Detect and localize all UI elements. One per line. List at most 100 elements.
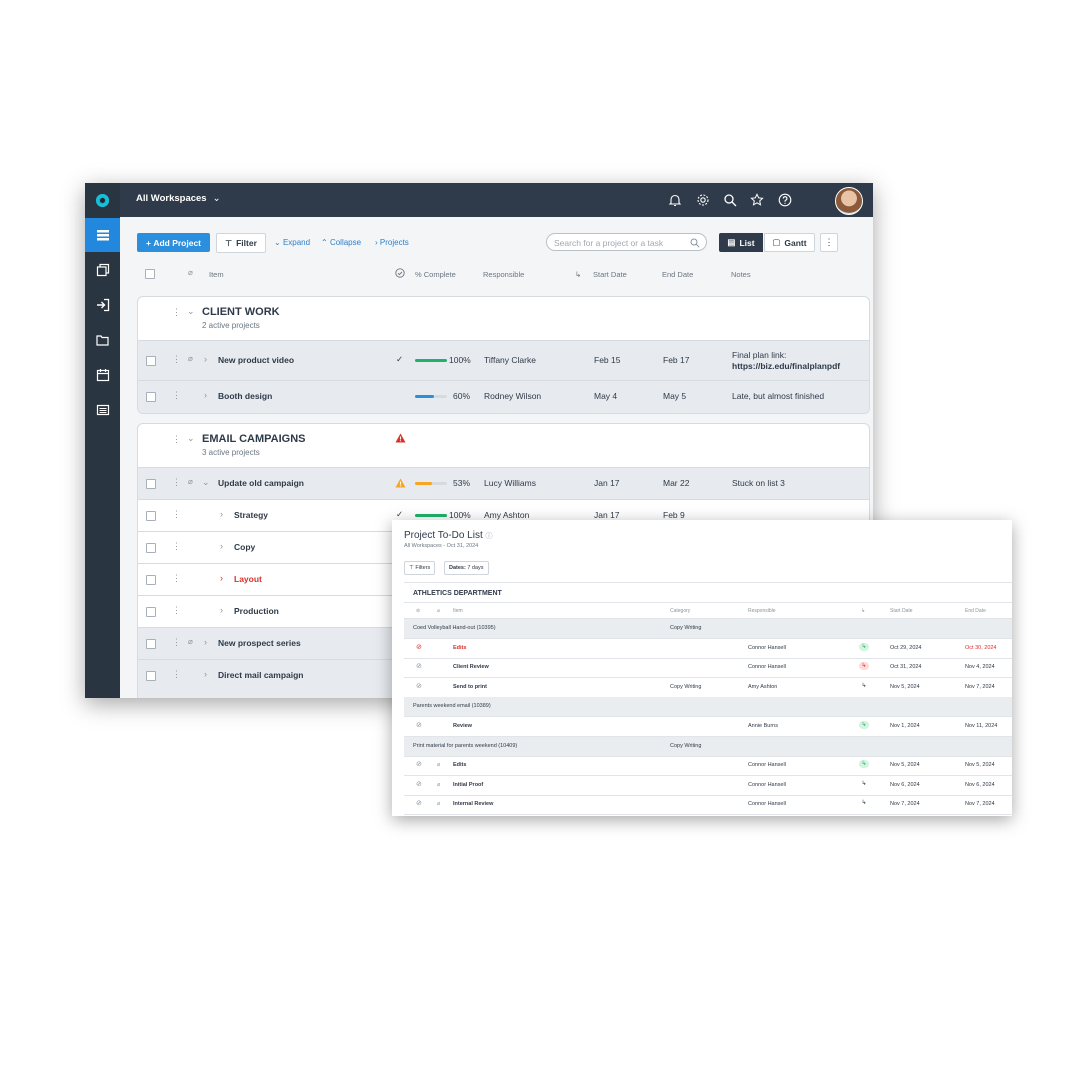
chevron-right-icon[interactable]: › bbox=[220, 541, 223, 551]
chevron-down-icon[interactable]: ⌄ bbox=[202, 477, 210, 488]
chevron-right-icon[interactable]: › bbox=[204, 354, 207, 364]
task-name[interactable]: Review bbox=[453, 723, 472, 729]
add-project-button[interactable]: + Add Project bbox=[137, 233, 210, 252]
dependency-icon[interactable]: ↳ bbox=[859, 721, 869, 729]
row-checkbox[interactable] bbox=[146, 479, 156, 489]
todo-group-row[interactable]: Parents weekend email (10389) bbox=[404, 697, 1012, 718]
more-options-icon[interactable]: ⋮ bbox=[820, 233, 838, 252]
status-circle-icon[interactable]: ⊘ bbox=[416, 682, 422, 690]
item-name[interactable]: Production bbox=[234, 606, 279, 616]
task-name[interactable]: Send to print bbox=[453, 684, 487, 690]
chevron-right-icon[interactable]: › bbox=[220, 509, 223, 519]
sidebar-sign-in-icon[interactable] bbox=[85, 288, 120, 322]
app-logo[interactable] bbox=[85, 183, 120, 217]
dates-button[interactable]: Dates: 7 days bbox=[444, 561, 489, 575]
kebab-icon[interactable]: ⋮ bbox=[172, 541, 181, 552]
bell-icon[interactable] bbox=[668, 193, 682, 207]
project-name[interactable]: Coed Volleyball Hand-out (10395) bbox=[413, 625, 496, 631]
collapse-link[interactable]: ⌃ Collapse bbox=[321, 238, 361, 247]
attachment-icon[interactable]: ⌀ bbox=[437, 762, 440, 768]
search-input[interactable]: Search for a project or a task bbox=[546, 233, 707, 251]
item-name[interactable]: New product video bbox=[218, 355, 294, 365]
row-checkbox[interactable] bbox=[146, 575, 156, 585]
select-all-checkbox[interactable] bbox=[145, 269, 155, 279]
todo-task-row[interactable]: ⊘ ⌀ Initial Proof Connor Hansell ↳ Nov 6, 202… bbox=[404, 776, 1012, 796]
item-name[interactable]: Booth design bbox=[218, 391, 272, 401]
todo-group-row[interactable]: Print material for parents weekend (1040… bbox=[404, 736, 1012, 757]
status-circle-icon[interactable]: ⊘ bbox=[416, 643, 422, 651]
todo-group-row[interactable]: Coed Volleyball Hand-out (10395) Copy Wri… bbox=[404, 619, 1012, 639]
item-name[interactable]: Direct mail campaign bbox=[218, 670, 304, 680]
sidebar-reports-icon[interactable] bbox=[85, 393, 120, 427]
item-name[interactable]: New prospect series bbox=[218, 638, 301, 648]
kebab-icon[interactable]: ⋮ bbox=[172, 509, 181, 520]
project-name[interactable]: Print material for parents weekend (1040… bbox=[413, 743, 517, 749]
chevron-right-icon[interactable]: › bbox=[220, 573, 223, 583]
filter-button[interactable]: ⊤ Filter bbox=[216, 233, 266, 253]
todo-task-row[interactable]: ⊘ Client Review Connor Hansell ↳ Oct 31, 202… bbox=[404, 658, 1012, 679]
status-circle-icon[interactable]: ⊘ bbox=[416, 662, 422, 670]
table-row[interactable]: ⋮ ⌀ › New product video ✓ 100% Tiffany C… bbox=[138, 340, 869, 381]
status-circle-icon[interactable]: ⊘ bbox=[416, 780, 422, 788]
star-icon[interactable] bbox=[750, 193, 764, 207]
item-name[interactable]: Strategy bbox=[234, 510, 268, 520]
status-circle-icon[interactable]: ⊘ bbox=[416, 721, 422, 729]
attachment-icon[interactable]: ⌀ bbox=[188, 637, 193, 646]
dependency-icon[interactable]: ↳ bbox=[859, 642, 869, 651]
avatar[interactable] bbox=[835, 187, 863, 215]
item-name[interactable]: Copy bbox=[234, 542, 255, 552]
chevron-right-icon[interactable]: › bbox=[220, 605, 223, 615]
attachment-icon[interactable]: ⌀ bbox=[188, 477, 193, 486]
status-circle-icon[interactable]: ⊘ bbox=[416, 760, 422, 768]
dependency-icon[interactable]: ↳ bbox=[859, 780, 869, 788]
workspace-selector[interactable]: All Workspaces ⌄ bbox=[136, 193, 221, 204]
row-checkbox[interactable] bbox=[146, 607, 156, 617]
search-icon[interactable] bbox=[723, 193, 737, 207]
sidebar-calendar-icon[interactable] bbox=[85, 358, 120, 392]
attachment-icon[interactable]: ⌀ bbox=[437, 801, 440, 807]
attachment-icon[interactable]: ⌀ bbox=[188, 354, 193, 363]
todo-task-row[interactable]: ⊘ ⌀ Internal Review Connor Hansell ↳ Nov 7, 2… bbox=[404, 795, 1012, 816]
kebab-icon[interactable]: ⋮ bbox=[172, 477, 181, 488]
projects-link[interactable]: › Projects bbox=[375, 238, 409, 247]
task-name[interactable]: Edits bbox=[453, 762, 466, 768]
chevron-right-icon[interactable]: › bbox=[204, 637, 207, 647]
filters-button[interactable]: ⊤ Filters bbox=[404, 561, 436, 575]
status-circle-icon[interactable]: ⊘ bbox=[416, 799, 422, 807]
dependency-icon[interactable]: ↳ bbox=[859, 799, 869, 807]
attachment-icon[interactable]: ⌀ bbox=[437, 782, 440, 788]
chevron-down-icon[interactable]: ⌄ bbox=[187, 433, 195, 444]
sidebar-copy-icon[interactable] bbox=[85, 253, 120, 287]
dependency-icon[interactable]: ↳ bbox=[859, 682, 869, 690]
kebab-icon[interactable]: ⋮ bbox=[172, 637, 181, 648]
chevron-right-icon[interactable]: › bbox=[204, 669, 207, 679]
item-name[interactable]: Update old campaign bbox=[218, 478, 304, 488]
chevron-right-icon[interactable]: › bbox=[204, 390, 207, 400]
task-name[interactable]: Edits bbox=[453, 645, 466, 651]
task-name[interactable]: Initial Proof bbox=[453, 782, 483, 788]
kebab-icon[interactable]: ⋮ bbox=[172, 605, 181, 616]
row-checkbox[interactable] bbox=[146, 392, 156, 402]
todo-task-row[interactable]: ⊘ Review Annie Burns ↳ Nov 1, 2024 Nov 11, 20… bbox=[404, 717, 1012, 737]
gear-icon[interactable] bbox=[696, 193, 710, 207]
table-row[interactable]: ⋮ ⌀ ⌄ Update old campaign 53% Lucy Willi… bbox=[138, 467, 869, 500]
task-name[interactable]: Client Review bbox=[453, 664, 489, 670]
kebab-icon[interactable]: ⋮ bbox=[172, 390, 181, 401]
kebab-icon[interactable]: ⋮ bbox=[172, 434, 181, 445]
gantt-view-button[interactable]: ▢ Gantt bbox=[764, 233, 815, 252]
notes-link[interactable]: https://biz.edu/finalplanpdf bbox=[732, 361, 840, 371]
expand-link[interactable]: ⌄ Expand bbox=[274, 238, 310, 247]
help-icon[interactable] bbox=[778, 193, 792, 207]
todo-task-row[interactable]: ⊘ Edits Connor Hansell ↳ Oct 29, 2024 Oct 30,… bbox=[404, 639, 1012, 659]
kebab-icon[interactable]: ⋮ bbox=[172, 307, 181, 318]
todo-task-row[interactable]: ⊘ ⌀ Edits Connor Hansell ↳ Nov 5, 2024 Nov 5, … bbox=[404, 756, 1012, 777]
kebab-icon[interactable]: ⋮ bbox=[172, 669, 181, 680]
list-view-button[interactable]: ▤ List bbox=[719, 233, 763, 252]
kebab-icon[interactable]: ⋮ bbox=[172, 354, 181, 365]
row-checkbox[interactable] bbox=[146, 511, 156, 521]
chevron-down-icon[interactable]: ⌄ bbox=[187, 306, 195, 317]
help-icon[interactable]: ⓘ bbox=[486, 533, 493, 540]
sidebar-folder-icon[interactable] bbox=[85, 323, 120, 357]
row-checkbox[interactable] bbox=[146, 356, 156, 366]
project-name[interactable]: Parents weekend email (10389) bbox=[413, 703, 491, 709]
